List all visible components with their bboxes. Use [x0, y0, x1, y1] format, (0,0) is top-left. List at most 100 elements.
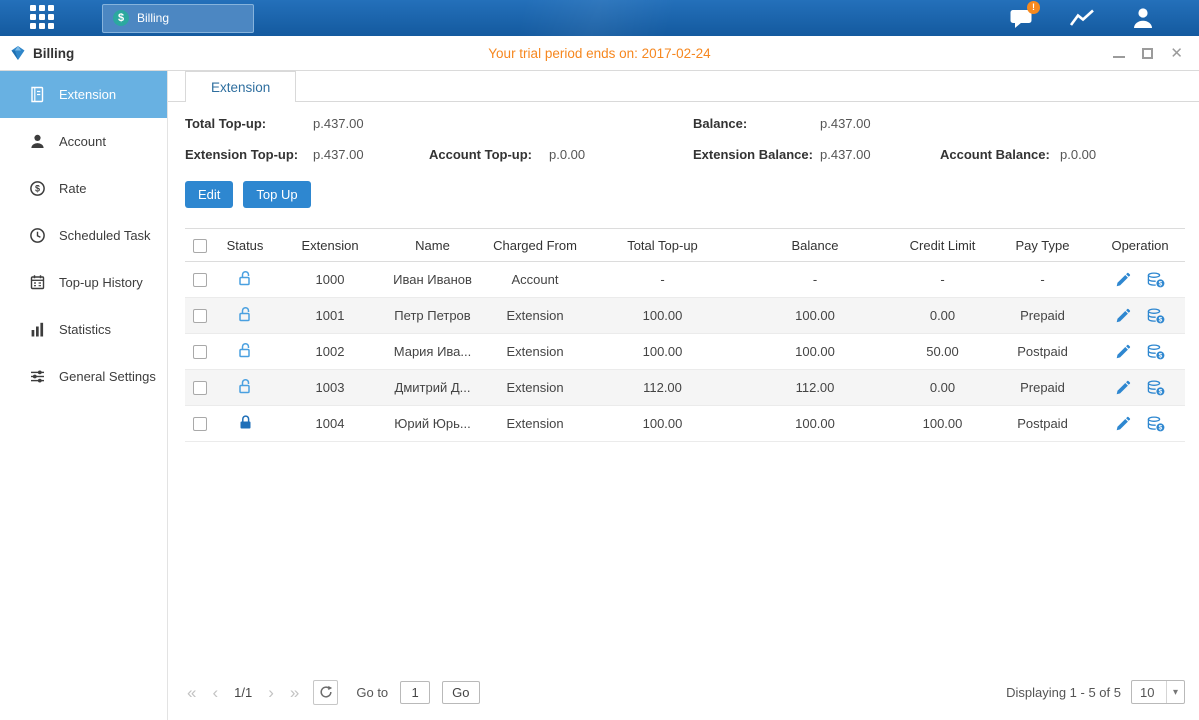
- extension-topup-value: p.437.00: [313, 147, 429, 162]
- page-size-value: 10: [1132, 685, 1166, 700]
- cell-balance: 100.00: [735, 406, 895, 442]
- account-topup-value: p.0.00: [549, 147, 693, 162]
- displaying-text: Displaying 1 - 5 of 5: [1006, 685, 1121, 700]
- cell-credit-limit: 50.00: [895, 334, 990, 370]
- total-topup-value: p.437.00: [313, 116, 429, 131]
- top-up-button[interactable]: Top Up: [243, 181, 310, 208]
- goto-page-input[interactable]: [400, 681, 430, 704]
- person-icon: [1131, 7, 1155, 29]
- sidebar: Extension Account $ Rate: [0, 71, 168, 720]
- table-row: 1003 Дмитрий Д... Extension 112.00 112.0…: [185, 370, 1185, 406]
- edit-row-icon[interactable]: [1116, 380, 1131, 395]
- row-checkbox[interactable]: [193, 309, 207, 323]
- chevron-down-icon: ▾: [1166, 681, 1184, 703]
- cell-pay-type: Postpaid: [990, 334, 1095, 370]
- sidebar-item-general-settings[interactable]: General Settings: [0, 353, 167, 400]
- row-checkbox[interactable]: [193, 345, 207, 359]
- top-up-row-icon[interactable]: $: [1147, 416, 1165, 432]
- page-size-select[interactable]: 10 ▾: [1131, 680, 1185, 704]
- cell-charged-from: Extension: [480, 370, 590, 406]
- svg-text:$: $: [1158, 388, 1162, 395]
- account-topup-label: Account Top-up:: [429, 147, 549, 162]
- minimize-icon[interactable]: [1113, 49, 1125, 58]
- top-up-row-icon[interactable]: $: [1147, 272, 1165, 288]
- balance-value: p.437.00: [820, 116, 940, 131]
- clock-icon: [29, 227, 46, 244]
- maximize-icon[interactable]: [1142, 48, 1153, 59]
- window-titlebar: Billing Your trial period ends on: 2017-…: [0, 36, 1199, 71]
- sidebar-item-topup-history[interactable]: Top-up History: [0, 259, 167, 306]
- account-person-icon: [29, 133, 46, 150]
- taskbar-item-billing[interactable]: $ Billing: [102, 4, 254, 33]
- next-page-icon[interactable]: ›: [266, 684, 276, 701]
- window-title-group: Billing: [10, 45, 74, 61]
- col-charged-from: Charged From: [480, 229, 590, 262]
- cell-balance: 100.00: [735, 334, 895, 370]
- first-page-icon[interactable]: «: [185, 684, 198, 701]
- topbar-right: !: [1009, 7, 1155, 29]
- app-launcher-icon[interactable]: [30, 5, 56, 31]
- last-page-icon[interactable]: »: [288, 684, 301, 701]
- sidebar-item-label: Account: [59, 134, 106, 149]
- total-topup-label: Total Top-up:: [185, 116, 313, 131]
- sidebar-item-rate[interactable]: $ Rate: [0, 165, 167, 212]
- cell-extension: 1004: [275, 406, 385, 442]
- tab-extension[interactable]: Extension: [185, 71, 296, 102]
- cell-credit-limit: -: [895, 262, 990, 298]
- sidebar-item-scheduled-task[interactable]: Scheduled Task: [0, 212, 167, 259]
- window-controls: ✕: [1113, 46, 1183, 61]
- cell-name: Мария Ива...: [385, 334, 480, 370]
- sidebar-item-label: Rate: [59, 181, 86, 196]
- close-icon[interactable]: ✕: [1170, 46, 1183, 61]
- row-checkbox[interactable]: [193, 273, 207, 287]
- row-checkbox[interactable]: [193, 417, 207, 431]
- sidebar-item-account[interactable]: Account: [0, 118, 167, 165]
- table-row: 1002 Мария Ива... Extension 100.00 100.0…: [185, 334, 1185, 370]
- col-operation: Operation: [1095, 229, 1185, 262]
- screen: $ Billing !: [0, 0, 1199, 720]
- cell-pay-type: Postpaid: [990, 406, 1095, 442]
- status-locked-icon: [238, 419, 253, 434]
- col-extension: Extension: [275, 229, 385, 262]
- go-button[interactable]: Go: [442, 681, 479, 704]
- top-up-row-icon[interactable]: $: [1147, 308, 1165, 324]
- edit-button[interactable]: Edit: [185, 181, 233, 208]
- account-balance-value: p.0.00: [1060, 147, 1185, 162]
- col-credit-limit: Credit Limit: [895, 229, 990, 262]
- tab-strip: Extension: [168, 71, 1199, 102]
- table-row: 1000 Иван Иванов Account - - - - $: [185, 262, 1185, 298]
- col-balance: Balance: [735, 229, 895, 262]
- extension-balance-label: Extension Balance:: [693, 147, 820, 162]
- edit-row-icon[interactable]: [1116, 416, 1131, 431]
- edit-row-icon[interactable]: [1116, 308, 1131, 323]
- extension-balance-value: p.437.00: [820, 147, 940, 162]
- cell-total-topup: 112.00: [590, 370, 735, 406]
- col-pay-type: Pay Type: [990, 229, 1095, 262]
- top-up-row-icon[interactable]: $: [1147, 344, 1165, 360]
- edit-row-icon[interactable]: [1116, 272, 1131, 287]
- prev-page-icon[interactable]: ‹: [210, 684, 220, 701]
- sidebar-item-statistics[interactable]: Statistics: [0, 306, 167, 353]
- statistics-chart-icon[interactable]: [1069, 8, 1095, 29]
- top-up-row-icon[interactable]: $: [1147, 380, 1165, 396]
- cell-pay-type: Prepaid: [990, 370, 1095, 406]
- sidebar-item-extension[interactable]: Extension: [0, 71, 167, 118]
- action-buttons: Edit Top Up: [185, 181, 1185, 208]
- sidebar-item-label: Statistics: [59, 322, 111, 337]
- cell-charged-from: Extension: [480, 406, 590, 442]
- cell-total-topup: 100.00: [590, 298, 735, 334]
- account-balance-label: Account Balance:: [940, 147, 1060, 162]
- cell-balance: 112.00: [735, 370, 895, 406]
- refresh-button[interactable]: [313, 680, 338, 705]
- user-account-icon[interactable]: [1131, 7, 1155, 29]
- refresh-icon: [319, 685, 333, 699]
- row-checkbox[interactable]: [193, 381, 207, 395]
- calendar-history-icon: [29, 274, 46, 291]
- select-all-checkbox[interactable]: [193, 239, 207, 253]
- messages-icon[interactable]: !: [1009, 8, 1033, 29]
- cell-total-topup: 100.00: [590, 334, 735, 370]
- svg-text:$: $: [1158, 352, 1162, 359]
- edit-row-icon[interactable]: [1116, 344, 1131, 359]
- cell-balance: 100.00: [735, 298, 895, 334]
- extension-table: Status Extension Name Charged From Total…: [185, 228, 1185, 442]
